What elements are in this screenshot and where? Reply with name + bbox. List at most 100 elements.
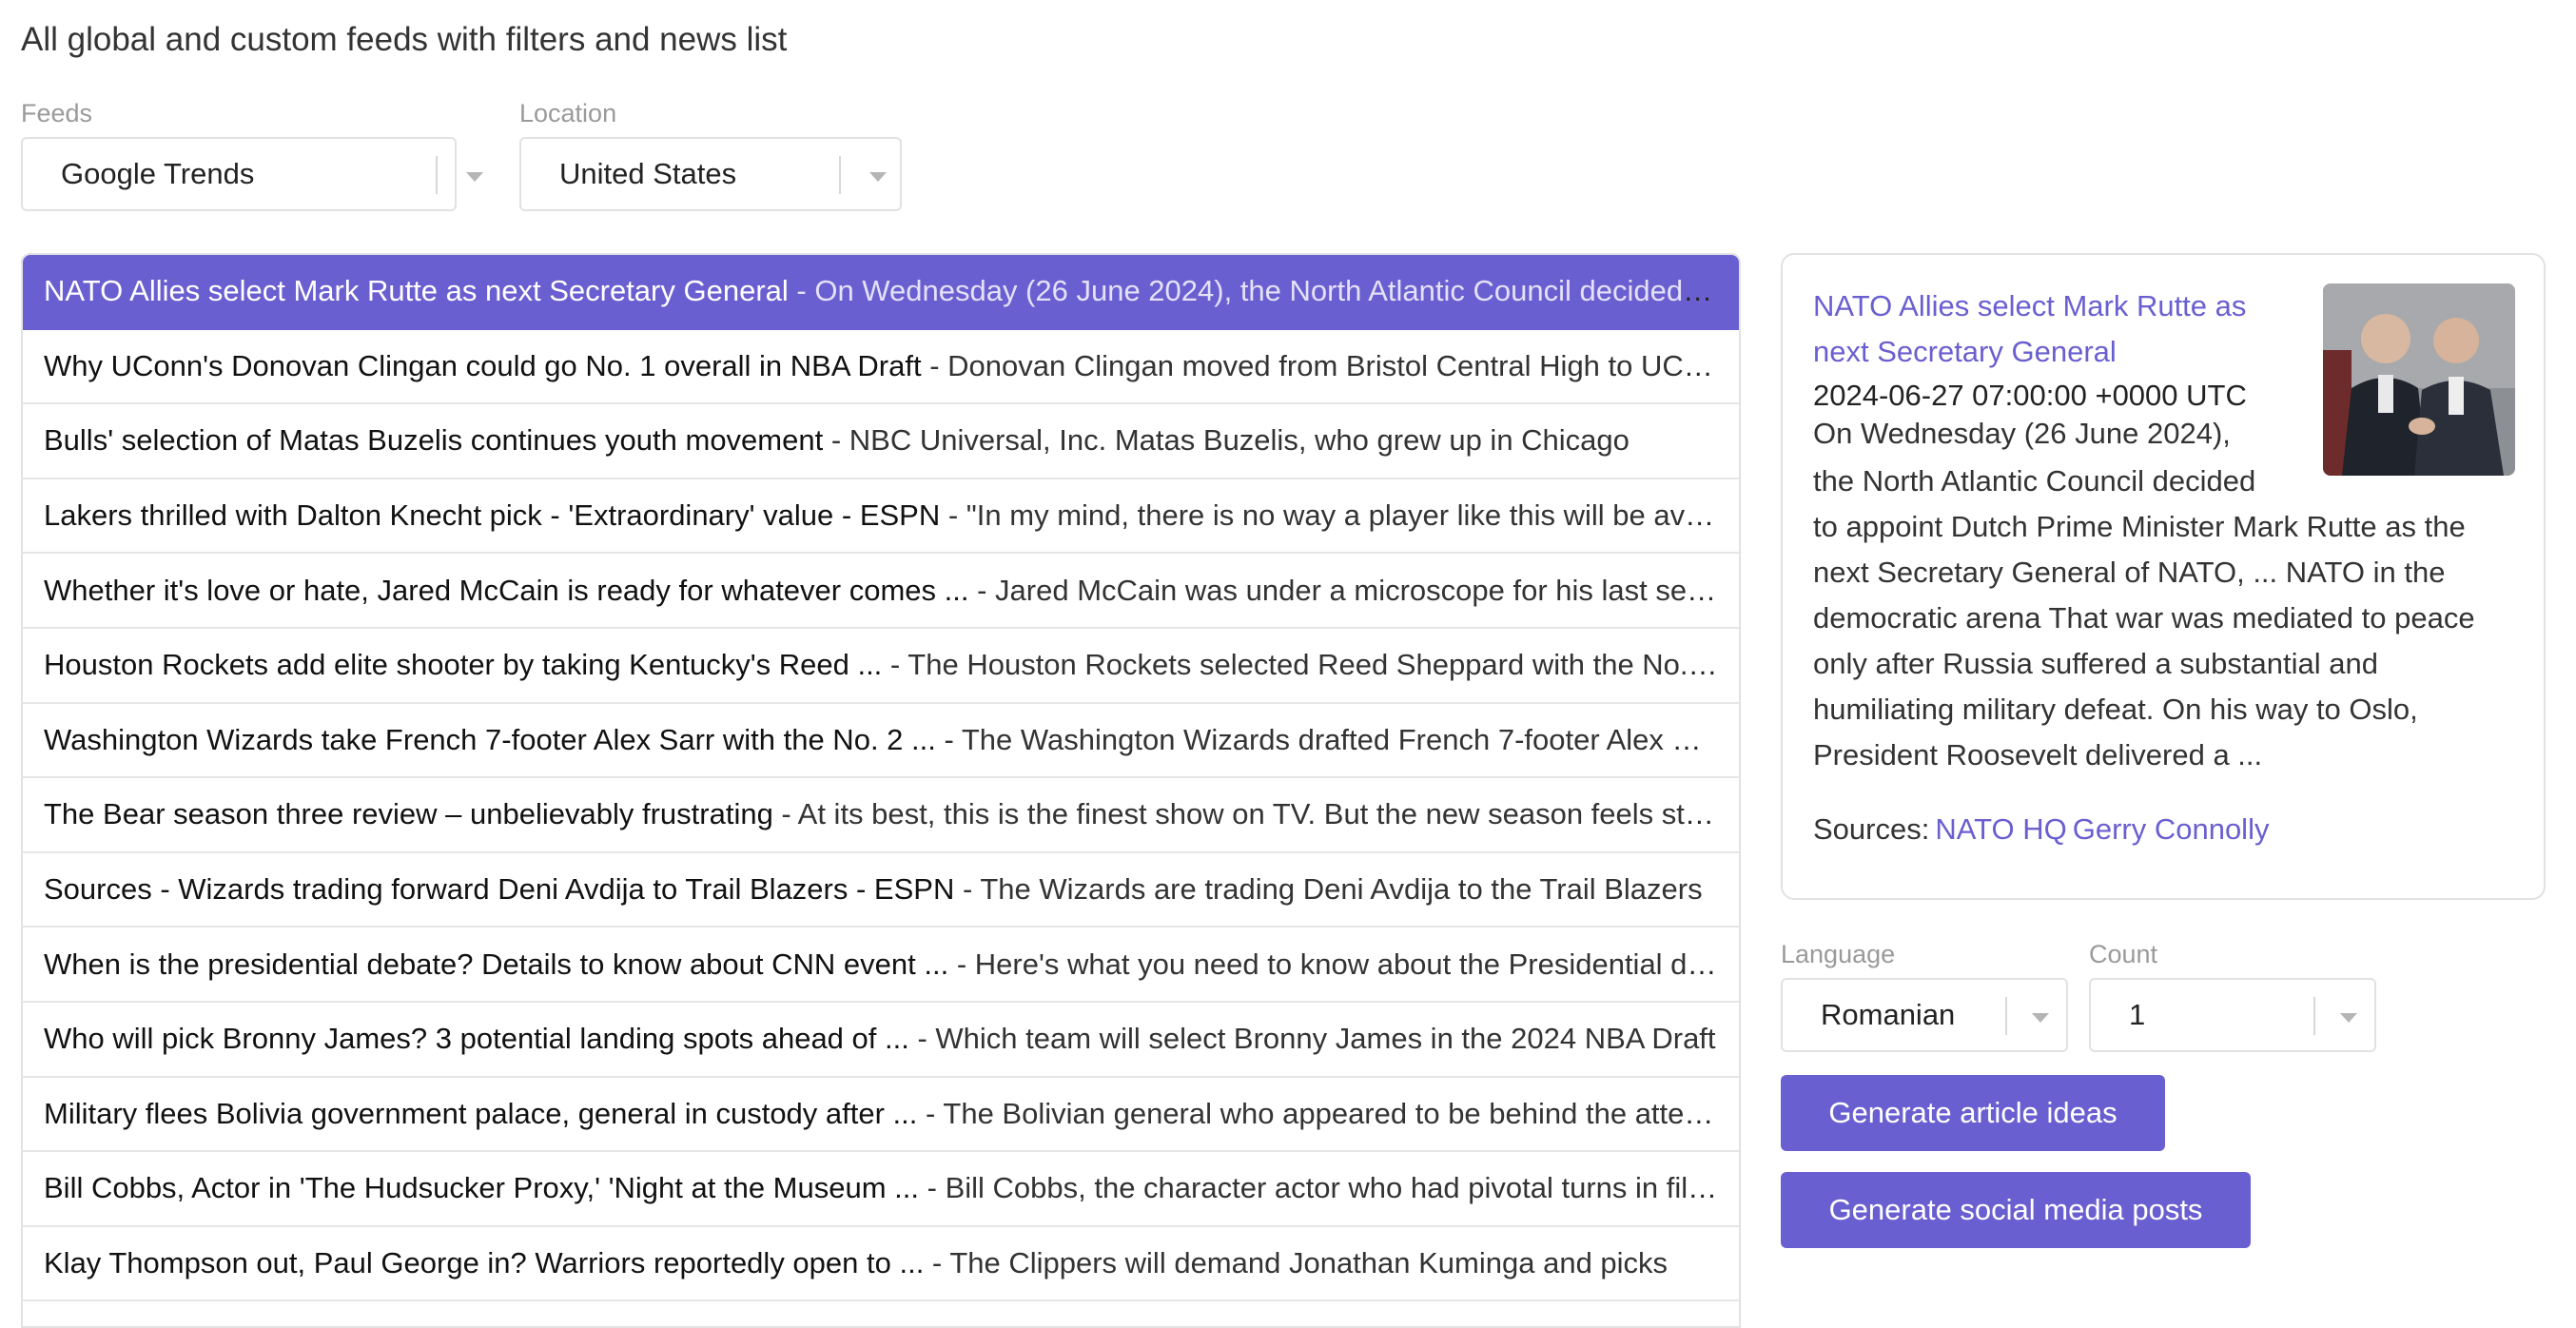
language-select[interactable]: Romanian [1781, 978, 2068, 1052]
news-item-text: Who will pick Bronny James? 3 potential … [44, 1020, 1716, 1058]
location-label: Location [519, 99, 617, 127]
news-item-text: Washington Wizards take French 7-footer … [44, 721, 1718, 759]
news-item-description: On Wednesday (26 June 2024), the North A… [814, 274, 1718, 308]
news-item-text: Houston Rockets add elite shooter by tak… [44, 646, 1718, 684]
news-item-title: Klay Thompson out, Paul George in? Warri… [44, 1246, 925, 1280]
page-title: All global and custom feeds with filters… [21, 21, 788, 58]
news-item-title: Why UConn's Donovan Clingan could go No.… [44, 348, 922, 382]
news-item-text: Klay Thompson out, Paul George in? Warri… [44, 1244, 1668, 1282]
news-list-item[interactable]: NATO Allies select Mark Rutte as next Se… [23, 255, 1739, 330]
source-link-nato-hq[interactable]: NATO HQ [1935, 812, 2066, 846]
news-item-separator: - [772, 797, 798, 831]
language-label: Language [1781, 940, 1896, 968]
news-item-title: Washington Wizards take French 7-footer … [44, 722, 936, 756]
select-separator [839, 156, 841, 194]
news-item-title: Sources - Wizards trading forward Deni A… [44, 872, 955, 907]
news-list-item[interactable]: Military flees Bolivia government palace… [23, 1078, 1739, 1153]
article-image-icon [2323, 283, 2515, 476]
news-list-item[interactable]: Lakers thrilled with Dalton Knecht pick … [23, 479, 1739, 555]
source-link-gerry-connolly[interactable]: Gerry Connolly [2073, 812, 2270, 846]
news-list-item[interactable]: The Bear season three review – unbelieva… [23, 778, 1739, 853]
news-item-separator: - [788, 274, 815, 308]
news-item-title: Whether it's love or hate, Jared McCain … [44, 573, 969, 607]
news-item-separator: - [823, 423, 849, 458]
select-separator [2313, 997, 2315, 1035]
news-item-separator: - [924, 1246, 950, 1280]
news-item-text: Lakers thrilled with Dalton Knecht pick … [44, 497, 1718, 535]
news-item-title: Houston Rockets add elite shooter by tak… [44, 648, 883, 682]
news-item-description: Which team will select Bronny James in t… [935, 1022, 1716, 1056]
news-item-text: NATO Allies select Mark Rutte as next Se… [44, 272, 1718, 310]
language-select-value: Romanian [1821, 998, 1956, 1031]
sources-label: Sources: [1813, 812, 1930, 846]
select-separator [436, 156, 438, 194]
chevron-down-icon[interactable] [2340, 1013, 2357, 1023]
news-list-item[interactable]: Bulls' selection of Matas Buzelis contin… [23, 404, 1739, 479]
news-item-description: The Bolivian general who appeared to be … [943, 1096, 1718, 1130]
article-thumbnail[interactable] [2323, 283, 2515, 476]
count-filter: Count 1 [2089, 938, 2376, 1052]
news-item-separator: - [908, 1022, 936, 1056]
generate-social-media-posts-button[interactable]: Generate social media posts [1781, 1172, 2251, 1248]
generate-article-ideas-button[interactable]: Generate article ideas [1781, 1075, 2165, 1151]
news-list-item[interactable]: Why UConn's Donovan Clingan could go No.… [23, 330, 1739, 405]
location-filter: Location United States [519, 97, 902, 211]
count-select-value: 1 [2129, 998, 2146, 1031]
news-item-description: At its best, this is the finest show on … [797, 797, 1718, 831]
location-select[interactable]: United States [519, 137, 902, 211]
news-item-separator: - [882, 648, 908, 682]
news-item-separator: - [948, 947, 975, 981]
news-list-item[interactable]: Bill Cobbs, Actor in 'The Hudsucker Prox… [23, 1152, 1739, 1227]
news-list-item[interactable]: Klay Thompson out, Paul George in? Warri… [23, 1227, 1739, 1302]
news-item-text: Military flees Bolivia government palace… [44, 1095, 1718, 1133]
news-item-separator: - [940, 498, 966, 533]
select-separator [2005, 997, 2007, 1035]
news-item-text: Whether it's love or hate, Jared McCain … [44, 572, 1718, 610]
feeds-select-value: Google Trends [61, 157, 255, 190]
feeds-label: Feeds [21, 99, 93, 127]
news-item-separator: - [921, 348, 948, 382]
news-item-separator: - [968, 573, 996, 607]
news-item-separator: - [954, 872, 981, 907]
chevron-down-icon[interactable] [2032, 1013, 2049, 1023]
chevron-down-icon[interactable] [869, 172, 887, 182]
news-item-description: The Clippers will demand Jonathan Kuming… [949, 1246, 1669, 1280]
news-item-description: NBC Universal, Inc. Matas Buzelis, who g… [849, 423, 1630, 458]
news-list-item[interactable]: Sources - Wizards trading forward Deni A… [23, 853, 1739, 928]
news-item-title: When is the presidential debate? Details… [44, 947, 949, 981]
news-item-title: NATO Allies select Mark Rutte as next Se… [44, 274, 789, 308]
article-body: to appoint Dutch Prime Minister Mark Rut… [1813, 510, 2475, 771]
news-item-description: Bill Cobbs, the character actor who had … [945, 1171, 1718, 1205]
news-item-text: Why UConn's Donovan Clingan could go No.… [44, 347, 1718, 385]
count-label: Count [2089, 940, 2158, 968]
news-list-item[interactable]: Who will pick Bronny James? 3 potential … [23, 1003, 1739, 1078]
article-title-link[interactable]: NATO Allies select Mark Rutte as next Se… [1813, 283, 2289, 375]
news-item-description: Donovan Clingan moved from Bristol Centr… [947, 348, 1718, 382]
news-list-item[interactable]: Whether it's love or hate, Jared McCain … [23, 554, 1739, 629]
language-filter: Language Romanian [1781, 938, 2068, 1052]
count-select[interactable]: 1 [2089, 978, 2376, 1052]
news-item-text: Bill Cobbs, Actor in 'The Hudsucker Prox… [44, 1169, 1718, 1207]
news-item-description: The Houston Rockets selected Reed Sheppa… [907, 648, 1718, 682]
news-item-title: Bulls' selection of Matas Buzelis contin… [44, 423, 824, 458]
news-item-title: Who will pick Bronny James? 3 potential … [44, 1022, 909, 1056]
news-item-title: The Bear season three review – unbelieva… [44, 797, 773, 831]
news-item-title: Military flees Bolivia government palace… [44, 1096, 918, 1130]
news-item-text: Bulls' selection of Matas Buzelis contin… [44, 421, 1630, 459]
feeds-filter: Feeds Google Trends [21, 97, 483, 211]
article-sources: Sources: NATO HQ Gerry Connolly [1813, 810, 2513, 849]
news-item-text: When is the presidential debate? Details… [44, 946, 1718, 984]
location-select-value: United States [559, 157, 737, 190]
chevron-down-icon[interactable] [466, 172, 483, 182]
news-list-item[interactable]: When is the presidential debate? Details… [23, 928, 1739, 1003]
news-list-item[interactable]: Washington Wizards take French 7-footer … [23, 704, 1739, 779]
article-detail-card: NATO Allies select Mark Rutte as next Se… [1781, 253, 2546, 900]
feeds-select[interactable]: Google Trends [21, 137, 483, 211]
news-item-description: The Wizards are trading Deni Avdija to t… [980, 872, 1703, 907]
news-item-description: The Washington Wizards drafted French 7-… [961, 722, 1718, 756]
news-list-item[interactable]: Houston Rockets add elite shooter by tak… [23, 629, 1739, 704]
news-item-text: The Bear season three review – unbelieva… [44, 795, 1718, 833]
news-item-text: Sources - Wizards trading forward Deni A… [44, 870, 1703, 908]
news-item-separator: - [935, 722, 962, 756]
news-item-description: Jared McCain was under a microscope for … [995, 573, 1718, 607]
